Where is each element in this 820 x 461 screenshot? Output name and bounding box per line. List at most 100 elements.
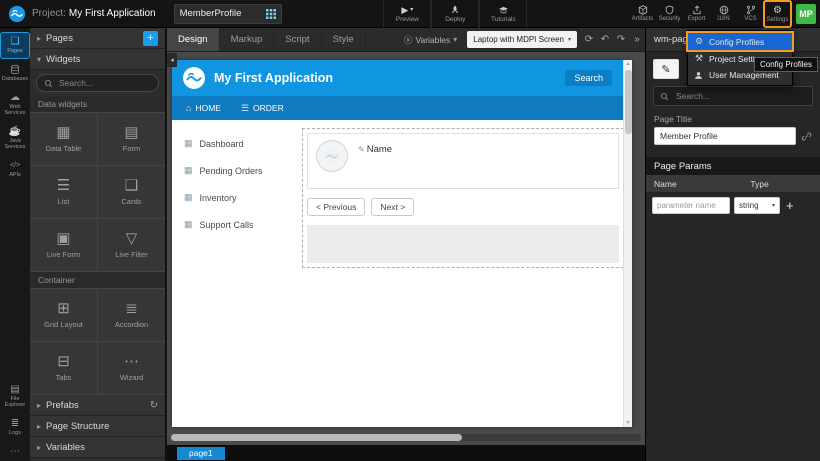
properties-panel: wm-page ✎ Page Title Page Params Name Ty… — [645, 28, 820, 461]
param-row: string ▾ + — [646, 192, 820, 219]
search-icon — [44, 79, 53, 88]
tab-style[interactable]: Style — [322, 28, 366, 51]
deploy-button[interactable]: Deploy — [431, 0, 479, 28]
grid-layout-icon: ⊞ — [57, 301, 70, 316]
widget-live-form[interactable]: ▣Live Form — [30, 219, 97, 271]
chevron-down-icon: ▾ — [453, 35, 457, 44]
rail-item-pages[interactable]: ❏ Pages — [1, 33, 29, 58]
tab-design[interactable]: Design — [167, 28, 220, 51]
scroll-up-icon[interactable]: ▲ — [626, 60, 631, 68]
security-button[interactable]: Security — [656, 1, 683, 27]
widget-tabs[interactable]: ⊟Tabs — [30, 342, 97, 394]
menu-item-support-calls[interactable]: ▦Support Calls — [172, 211, 298, 238]
topbar: Project:My First Application MemberProfi… — [0, 0, 820, 28]
variables-section-header[interactable]: ▸ Variables — [30, 437, 165, 458]
param-type-select[interactable]: string ▾ — [734, 197, 780, 214]
properties-search-input[interactable] — [674, 90, 806, 102]
artifacts-button[interactable]: Artifacts — [629, 1, 656, 27]
scrollbar-thumb[interactable] — [171, 434, 462, 441]
widget-search[interactable] — [36, 74, 159, 92]
canvas-horizontal-scrollbar[interactable] — [171, 434, 641, 441]
nav-item-order[interactable]: ☰ORDER — [241, 103, 284, 114]
params-table-header: Name Type — [646, 175, 820, 192]
widgets-section-header[interactable]: ▾ Widgets — [30, 49, 165, 70]
member-card[interactable]: ✎ Name — [307, 133, 619, 189]
widget-live-filter[interactable]: ▽Live Filter — [98, 219, 165, 271]
param-name-input[interactable] — [652, 197, 730, 214]
topbar-left: Project:My First Application — [0, 5, 164, 23]
app-search-button[interactable]: Search — [565, 70, 612, 86]
widget-accordion[interactable]: ≣Accordion — [98, 289, 165, 341]
pages-section-label: Pages — [46, 33, 73, 44]
export-label: Export — [688, 16, 705, 22]
widget-search-input[interactable] — [57, 77, 151, 89]
properties-search[interactable] — [653, 86, 813, 106]
scroll-down-icon[interactable]: ▼ — [626, 419, 631, 427]
column-type: Type — [750, 179, 812, 189]
menu-item-config-profiles[interactable]: ⚙ Config Profiles — [688, 33, 792, 50]
accordion-icon: ≣ — [125, 301, 138, 316]
bind-link-icon[interactable] — [801, 131, 812, 142]
menu-item-inventory[interactable]: ▦Inventory — [172, 184, 298, 211]
edit-page-button[interactable]: ✎ — [653, 59, 679, 79]
wavemaker-logo-icon — [8, 5, 26, 23]
chevron-down-icon: ▾ — [568, 36, 571, 43]
name-field[interactable]: ✎ Name — [358, 144, 392, 155]
widget-data-table[interactable]: ▦Data Table — [30, 113, 97, 165]
rail-item-file-explorer[interactable]: ▤ File Explorer — [1, 381, 29, 412]
tab-script[interactable]: Script — [274, 28, 321, 51]
variables-button[interactable]: ⓧ Variables ▾ — [398, 28, 463, 51]
pages-grid-icon[interactable] — [266, 9, 276, 19]
prefabs-section-header[interactable]: ▸ Prefabs ↻ — [30, 395, 165, 416]
tutorials-button[interactable]: Tutorials — [479, 0, 527, 28]
column-name: Name — [654, 179, 746, 189]
artifacts-cube-icon — [638, 5, 648, 15]
collapse-right-panel-icon[interactable]: » — [629, 28, 645, 51]
rail-item-more[interactable]: ⋯ — [1, 443, 29, 461]
refresh-icon[interactable]: ↻ — [150, 400, 158, 411]
page-vertical-scrollbar[interactable]: ▲ ▼ — [623, 60, 632, 427]
rail-item-apis[interactable]: </> APIs — [1, 157, 29, 182]
vcs-button[interactable]: VCS — [737, 1, 764, 27]
rail-item-web-services[interactable]: ☁ Web Services — [1, 89, 29, 120]
pages-section-header[interactable]: ▸ Pages + — [30, 28, 165, 49]
menu-item-dashboard[interactable]: ▦Dashboard — [172, 130, 298, 157]
widget-grid-layout[interactable]: ⊞Grid Layout — [30, 289, 97, 341]
page-tab-page1[interactable]: page1 — [177, 447, 225, 460]
widget-cards[interactable]: ❏Cards — [98, 166, 165, 218]
variables-icon: ⓧ — [404, 34, 413, 46]
scrollbar-thumb[interactable] — [625, 70, 632, 134]
nav-item-home[interactable]: ⌂HOME — [186, 103, 221, 113]
preview-button[interactable]: ▶▾ Preview — [383, 0, 431, 28]
export-button[interactable]: Export — [683, 1, 710, 27]
next-page-button[interactable]: Next > — [371, 198, 414, 216]
pencil-icon: ✎ — [661, 63, 670, 76]
code-brackets-icon: </> — [10, 160, 20, 171]
device-selector[interactable]: Laptop with MDPI Screen ▾ — [467, 31, 577, 48]
rail-item-logs[interactable]: ≣ Logs — [1, 415, 29, 440]
previous-page-button[interactable]: < Previous — [307, 198, 365, 216]
design-canvas: ◂ My First Application Search ⌂HOME ☰ORD… — [167, 52, 645, 445]
selected-list-widget[interactable]: ✎ Name < Previous Next > — [302, 128, 624, 268]
widget-list[interactable]: ☰List — [30, 166, 97, 218]
page-structure-section-header[interactable]: ▸ Page Structure — [30, 416, 165, 437]
page-selector-dropdown[interactable]: MemberProfile — [174, 4, 282, 24]
pages-icon: ❏ — [11, 36, 20, 47]
redo-icon[interactable]: ↷ — [613, 28, 629, 51]
rail-item-databases[interactable]: Databases — [1, 61, 29, 86]
page-title-input[interactable] — [654, 127, 796, 145]
undo-icon[interactable]: ↶ — [597, 28, 613, 51]
user-avatar[interactable]: MP — [796, 4, 816, 24]
rotate-device-icon[interactable]: ⟳ — [581, 28, 597, 51]
menu-item-pending-orders[interactable]: ▦Pending Orders — [172, 157, 298, 184]
add-param-button[interactable]: + — [784, 199, 796, 212]
settings-button[interactable]: ⚙ Settings — [764, 1, 791, 27]
collapse-left-panel-button[interactable]: ◂ — [167, 53, 177, 67]
rail-item-java-services[interactable]: ☕ Java Services — [1, 123, 29, 154]
add-page-button[interactable]: + — [143, 31, 158, 46]
widget-form[interactable]: ▤Form — [98, 113, 165, 165]
tab-markup[interactable]: Markup — [220, 28, 275, 51]
widget-wizard[interactable]: ⋯Wizard — [98, 342, 165, 394]
i18n-button[interactable]: i18N — [710, 1, 737, 27]
table-icon: ▦ — [56, 125, 70, 140]
